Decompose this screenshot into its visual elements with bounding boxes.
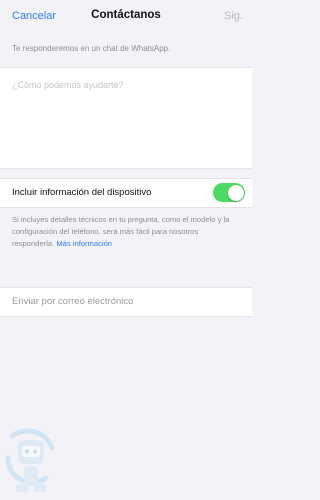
send-email-label: Enviar por correo electrónico <box>12 296 134 307</box>
contact-screen: Cancelar Contáctanos Sig. Te responderem… <box>0 0 252 500</box>
device-info-label: Incluir información del dispositivo <box>12 187 152 198</box>
more-info-link[interactable]: Más información <box>56 239 112 248</box>
page-title: Contáctanos <box>91 9 161 21</box>
navigation-bar: Cancelar Contáctanos Sig. <box>0 0 252 34</box>
help-text: Si incluyes detalles técnicos en tu preg… <box>12 214 240 250</box>
robot-mascot-icon <box>5 428 55 492</box>
device-info-row: Incluir información del dispositivo <box>0 178 252 208</box>
message-placeholder: ¿Cómo podemos ayudarte? <box>12 80 124 90</box>
send-email-button[interactable]: Enviar por correo electrónico <box>0 287 252 317</box>
device-info-toggle[interactable] <box>213 183 245 202</box>
next-button[interactable]: Sig. <box>224 10 243 22</box>
message-input[interactable]: ¿Cómo podemos ayudarte? <box>0 67 252 169</box>
help-text-body: Si incluyes detalles técnicos en tu preg… <box>12 215 230 248</box>
intro-text: Te responderemos en un chat de WhatsApp. <box>12 44 171 53</box>
toggle-knob <box>227 184 244 201</box>
